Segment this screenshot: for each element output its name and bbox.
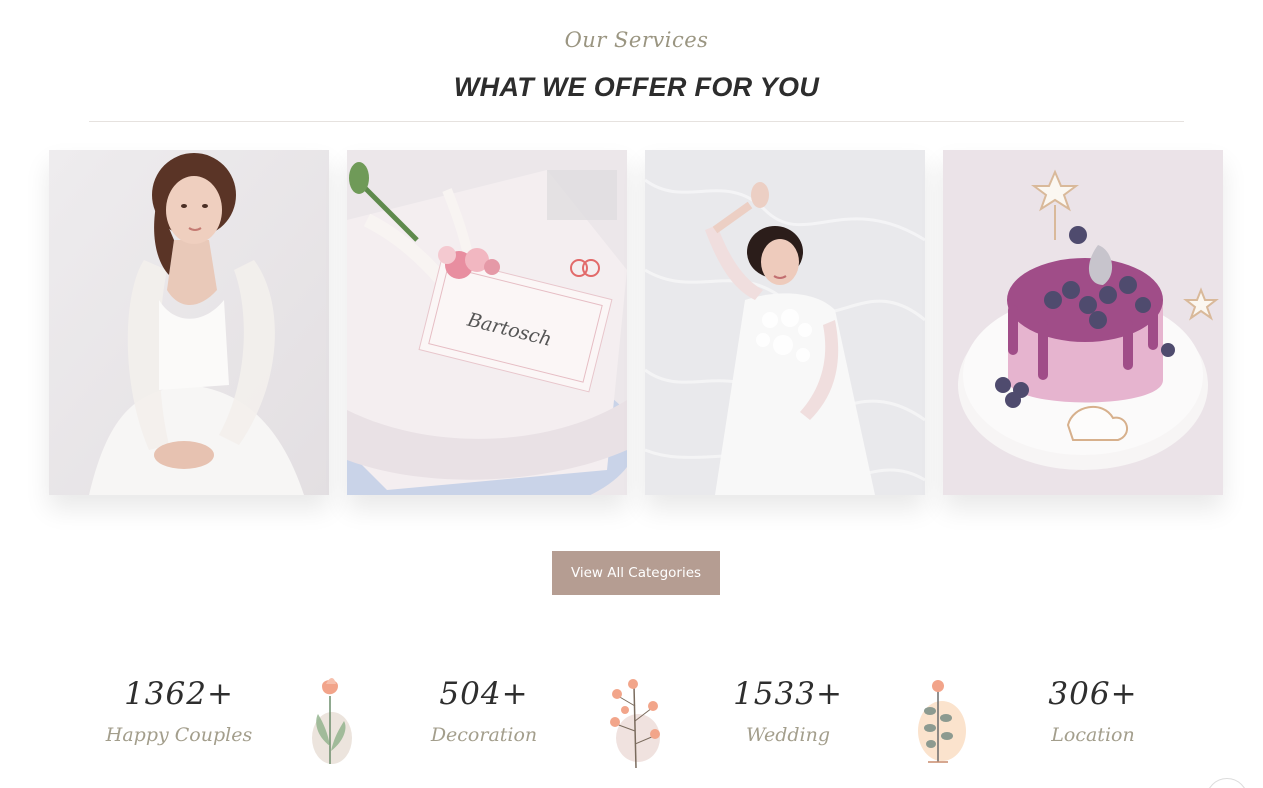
stat-number: 1533+ [733, 676, 843, 712]
service-card-wedding[interactable] [645, 150, 925, 495]
stat-location: 306+ Location [993, 676, 1193, 746]
branch-flower-icon [610, 679, 660, 769]
bride-lace-image [645, 150, 925, 495]
service-card-decoration[interactable]: Bartosch [347, 150, 627, 495]
stat-label: Decoration [430, 724, 538, 746]
scroll-to-top-button[interactable] [1206, 778, 1248, 788]
section-divider [89, 121, 1184, 122]
view-all-categories-button[interactable]: View All Categories [552, 551, 720, 595]
stat-number: 1362+ [124, 676, 234, 712]
service-card-cake[interactable] [943, 150, 1223, 495]
stat-number: 504+ [439, 676, 529, 712]
services-section: Our Services WHAT WE OFFER FOR YOU Barto… [0, 0, 1263, 788]
section-title: WHAT WE OFFER FOR YOU [453, 72, 820, 102]
stat-label: Location [1051, 724, 1135, 746]
stat-happy-couples: 1362+ Happy Couples [79, 676, 279, 746]
eucalyptus-flower-icon [918, 680, 966, 763]
stat-decoration: 504+ Decoration [384, 676, 584, 746]
stat-number: 306+ [1048, 676, 1138, 712]
stat-wedding: 1533+ Wedding [688, 676, 888, 746]
wedding-cake-image [943, 150, 1223, 495]
place-card-image: Bartosch [347, 150, 627, 495]
section-subtitle: Our Services [564, 28, 709, 52]
stat-label: Happy Couples [105, 724, 253, 746]
service-card-bride-dress[interactable] [49, 150, 329, 495]
stat-label: Wedding [745, 724, 831, 746]
bride-dress-image [49, 150, 329, 495]
tulip-flower-icon [312, 678, 352, 764]
